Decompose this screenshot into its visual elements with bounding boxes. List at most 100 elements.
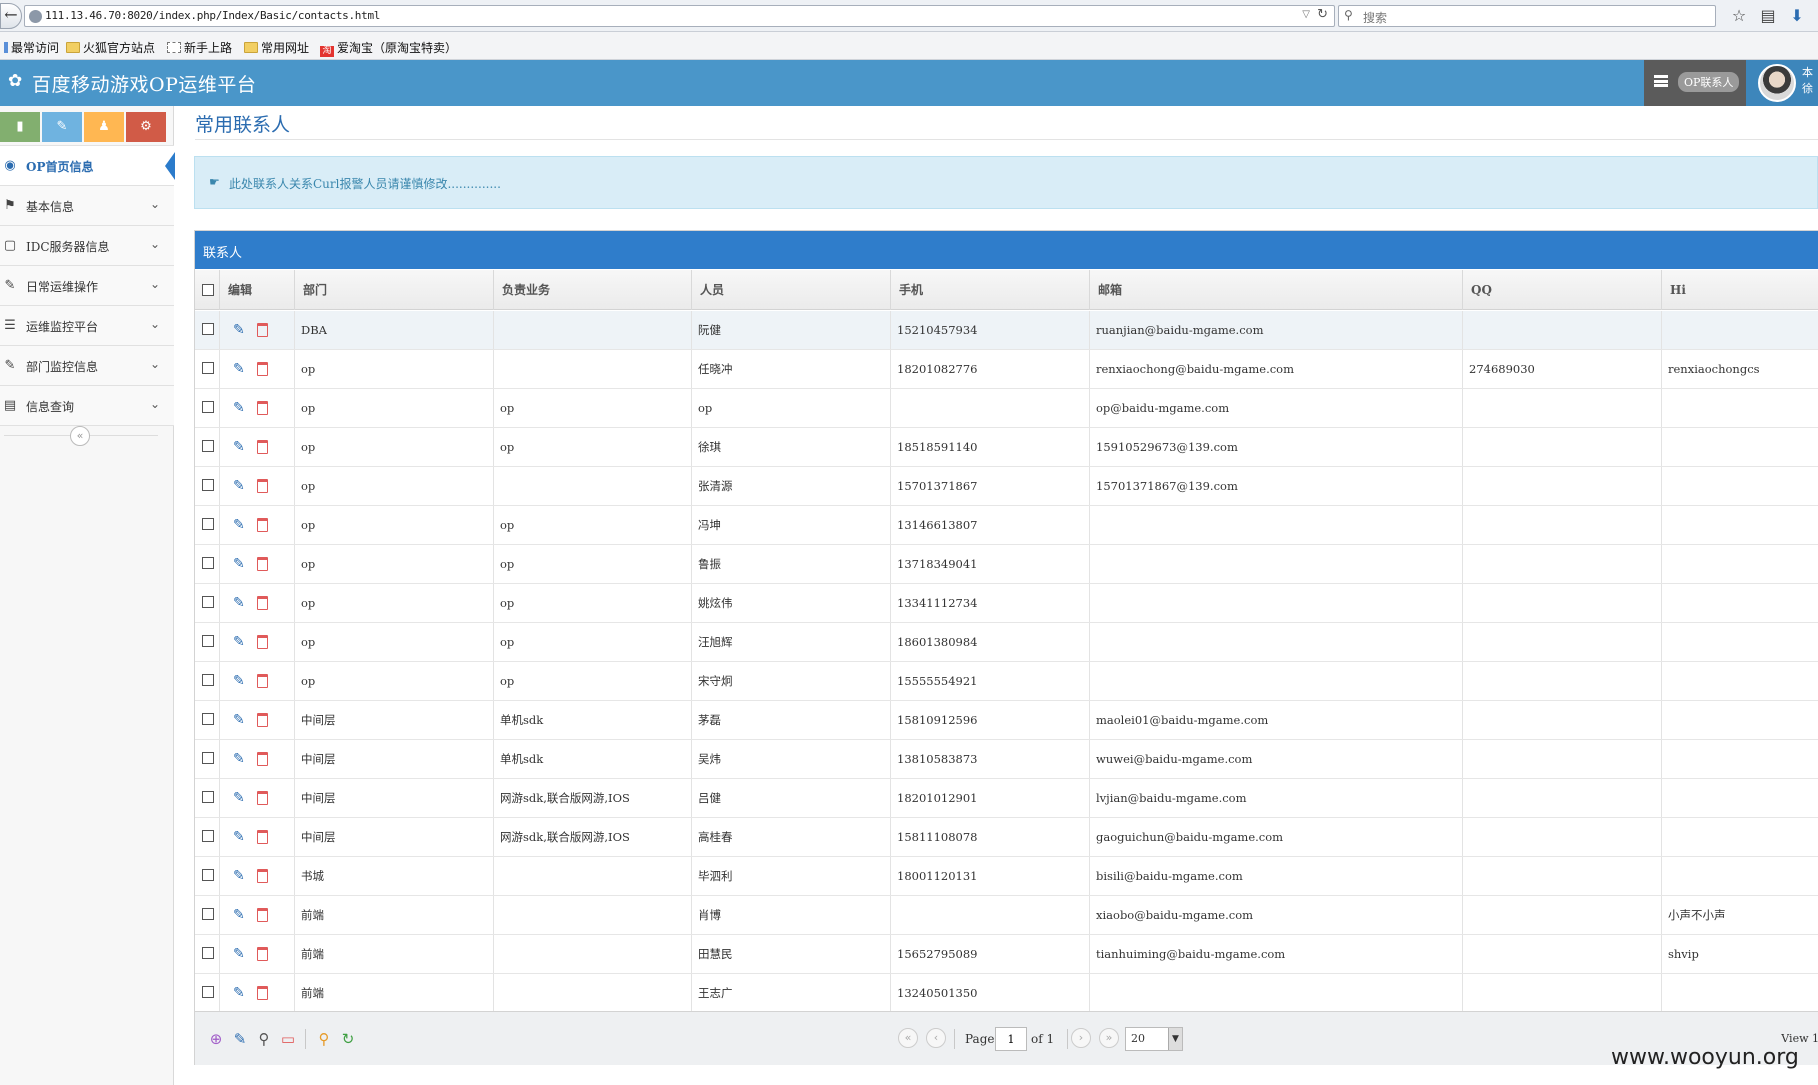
next-page-button[interactable]: › [1071, 1028, 1091, 1048]
column-header[interactable]: 人员 [692, 270, 891, 310]
column-header[interactable]: 部门 [295, 270, 494, 310]
trash-icon[interactable] [257, 362, 268, 376]
table-row[interactable]: ✎ DBA 阮健 15210457934 ruanjian@baidu-mgame.co… [195, 311, 1818, 350]
user-menu[interactable]: 本 徐 [1746, 60, 1818, 106]
trash-icon[interactable] [257, 947, 268, 961]
trash-icon[interactable] [257, 986, 268, 1000]
pencil-icon[interactable]: ✎ [233, 946, 249, 962]
page-number-input[interactable] [995, 1027, 1027, 1051]
column-header[interactable]: Hi [1662, 270, 1818, 310]
pencil-icon[interactable]: ✎ [233, 790, 249, 806]
table-row[interactable]: ✎ op op 宋守炯 15555554921 [195, 662, 1818, 701]
row-checkbox[interactable] [202, 986, 214, 998]
back-button[interactable]: ← [0, 3, 22, 29]
contacts-nav-button[interactable]: OP联系人 [1644, 60, 1746, 106]
trash-icon[interactable] [257, 440, 268, 454]
table-row[interactable]: ✎ op op 徐琪 18518591140 15910529673@139.com [195, 428, 1818, 467]
trash-icon[interactable] [257, 713, 268, 727]
search-icon[interactable]: ⚲ [315, 1030, 333, 1048]
table-row[interactable]: ✎ 中间层 单机sdk 茅磊 15810912596 maolei01@baidu-mga… [195, 701, 1818, 740]
trash-icon[interactable] [257, 323, 268, 337]
url-bar[interactable]: 111.13.46.70:8020/index.php/Index/Basic/… [24, 5, 1335, 27]
table-row[interactable]: ✎ 前端 王志广 13240501350 [195, 974, 1818, 1011]
trash-icon[interactable] [257, 479, 268, 493]
row-checkbox[interactable] [202, 713, 214, 725]
column-header[interactable]: 编辑 [220, 270, 295, 310]
bookmark-item[interactable]: 淘爱淘宝（原淘宝特卖） [320, 39, 457, 57]
row-checkbox[interactable] [202, 557, 214, 569]
pencil-icon[interactable]: ✎ [233, 322, 249, 338]
sidebar-item-info-query[interactable]: ▤ 信息查询 ⌄ [0, 386, 174, 426]
clipboard-icon[interactable]: ▤ [1757, 5, 1779, 27]
signal-icon[interactable]: ▮ [0, 112, 40, 142]
download-icon[interactable]: ⬇ [1786, 5, 1808, 27]
select-all-checkbox[interactable] [202, 284, 214, 296]
sidebar-item-dept-monitor[interactable]: ✎ 部门监控信息 ⌄ [0, 346, 174, 386]
first-page-button[interactable]: « [898, 1028, 918, 1048]
add-icon[interactable]: ⊕ [207, 1030, 225, 1048]
trash-icon[interactable] [257, 635, 268, 649]
pencil-icon[interactable]: ✎ [233, 517, 249, 533]
pencil-icon[interactable]: ✎ [233, 556, 249, 572]
pencil-icon[interactable]: ✎ [233, 595, 249, 611]
sidebar-item-monitor-platform[interactable]: ☰ 运维监控平台 ⌄ [0, 306, 174, 346]
table-row[interactable]: ✎ 前端 田慧民 15652795089 tianhuiming@baidu-mgame… [195, 935, 1818, 974]
zoom-in-icon[interactable]: ⚲ [255, 1030, 273, 1048]
table-row[interactable]: ✎ op op 姚炫伟 13341112734 [195, 584, 1818, 623]
row-checkbox[interactable] [202, 401, 214, 413]
pencil-icon[interactable]: ✎ [233, 361, 249, 377]
row-checkbox[interactable] [202, 791, 214, 803]
pencil-icon[interactable]: ✎ [233, 439, 249, 455]
trash-icon[interactable] [257, 869, 268, 883]
trash-icon[interactable] [257, 908, 268, 922]
table-row[interactable]: ✎ op op 汪旭辉 18601380984 [195, 623, 1818, 662]
row-checkbox[interactable] [202, 440, 214, 452]
pencil-icon[interactable]: ✎ [233, 907, 249, 923]
table-row[interactable]: ✎ op 任晓冲 18201082776 renxiaochong@baidu-mgam… [195, 350, 1818, 389]
table-row[interactable]: ✎ 前端 肖博 xiaobo@baidu-mgame.com 小声不小声 [195, 896, 1818, 935]
row-checkbox[interactable] [202, 869, 214, 881]
bookmark-item[interactable]: 新手上路 [167, 39, 232, 56]
cogs-icon[interactable]: ⚙ [126, 112, 166, 142]
table-row[interactable]: ✎ op op 鲁振 13718349041 [195, 545, 1818, 584]
last-page-button[interactable]: » [1099, 1028, 1119, 1048]
table-row[interactable]: ✎ op op 冯坤 13146613807 [195, 506, 1818, 545]
prev-page-button[interactable]: ‹ [926, 1028, 946, 1048]
pencil-icon[interactable]: ✎ [233, 712, 249, 728]
table-row[interactable]: ✎ op op op op@baidu-mgame.com [195, 389, 1818, 428]
trash-icon[interactable] [257, 752, 268, 766]
row-checkbox[interactable] [202, 596, 214, 608]
column-header[interactable]: 负责业务 [494, 270, 692, 310]
column-header[interactable]: 邮箱 [1090, 270, 1463, 310]
column-header[interactable]: QQ [1463, 270, 1662, 310]
row-checkbox[interactable] [202, 752, 214, 764]
sidebar-item-daily-ops[interactable]: ✎ 日常运维操作 ⌄ [0, 266, 174, 306]
refresh-icon[interactable]: ↻ [339, 1030, 357, 1048]
pencil-icon[interactable]: ✎ [233, 478, 249, 494]
row-checkbox[interactable] [202, 635, 214, 647]
reload-icon[interactable]: ↻ [1317, 7, 1328, 22]
table-row[interactable]: ✎ 中间层 单机sdk 吴炜 13810583873 wuwei@baidu-mgame.… [195, 740, 1818, 779]
trash-icon[interactable] [257, 557, 268, 571]
users-icon[interactable]: ♟ [84, 112, 124, 142]
row-checkbox[interactable] [202, 479, 214, 491]
sidebar-item-idc-servers[interactable]: ▢ IDC服务器信息 ⌄ [0, 226, 174, 266]
pencil-icon[interactable]: ✎ [233, 400, 249, 416]
trash-icon[interactable] [257, 674, 268, 688]
sidebar-item-basic-info[interactable]: ⚑ 基本信息 ⌄ [0, 186, 174, 226]
pencil-icon[interactable]: ✎ [233, 634, 249, 650]
double-chevron-left-icon[interactable]: « [70, 426, 90, 446]
row-checkbox[interactable] [202, 362, 214, 374]
table-row[interactable]: ✎ 中间层 网游sdk,联合版网游,IOS 吕健 18201012901 lvjian@b… [195, 779, 1818, 818]
row-checkbox[interactable] [202, 674, 214, 686]
table-row[interactable]: ✎ op 张清源 15701371867 15701371867@139.com [195, 467, 1818, 506]
bookmark-item[interactable]: 火狐官方站点 [66, 39, 155, 56]
row-checkbox[interactable] [202, 908, 214, 920]
table-row[interactable]: ✎ 书城 毕泗利 18001120131 bisili@baidu-mgame.com [195, 857, 1818, 896]
pencil-icon[interactable]: ✎ [231, 1030, 249, 1048]
row-checkbox[interactable] [202, 323, 214, 335]
row-checkbox[interactable] [202, 947, 214, 959]
trash-icon[interactable] [257, 830, 268, 844]
row-checkbox[interactable] [202, 518, 214, 530]
pencil-icon[interactable]: ✎ [233, 673, 249, 689]
